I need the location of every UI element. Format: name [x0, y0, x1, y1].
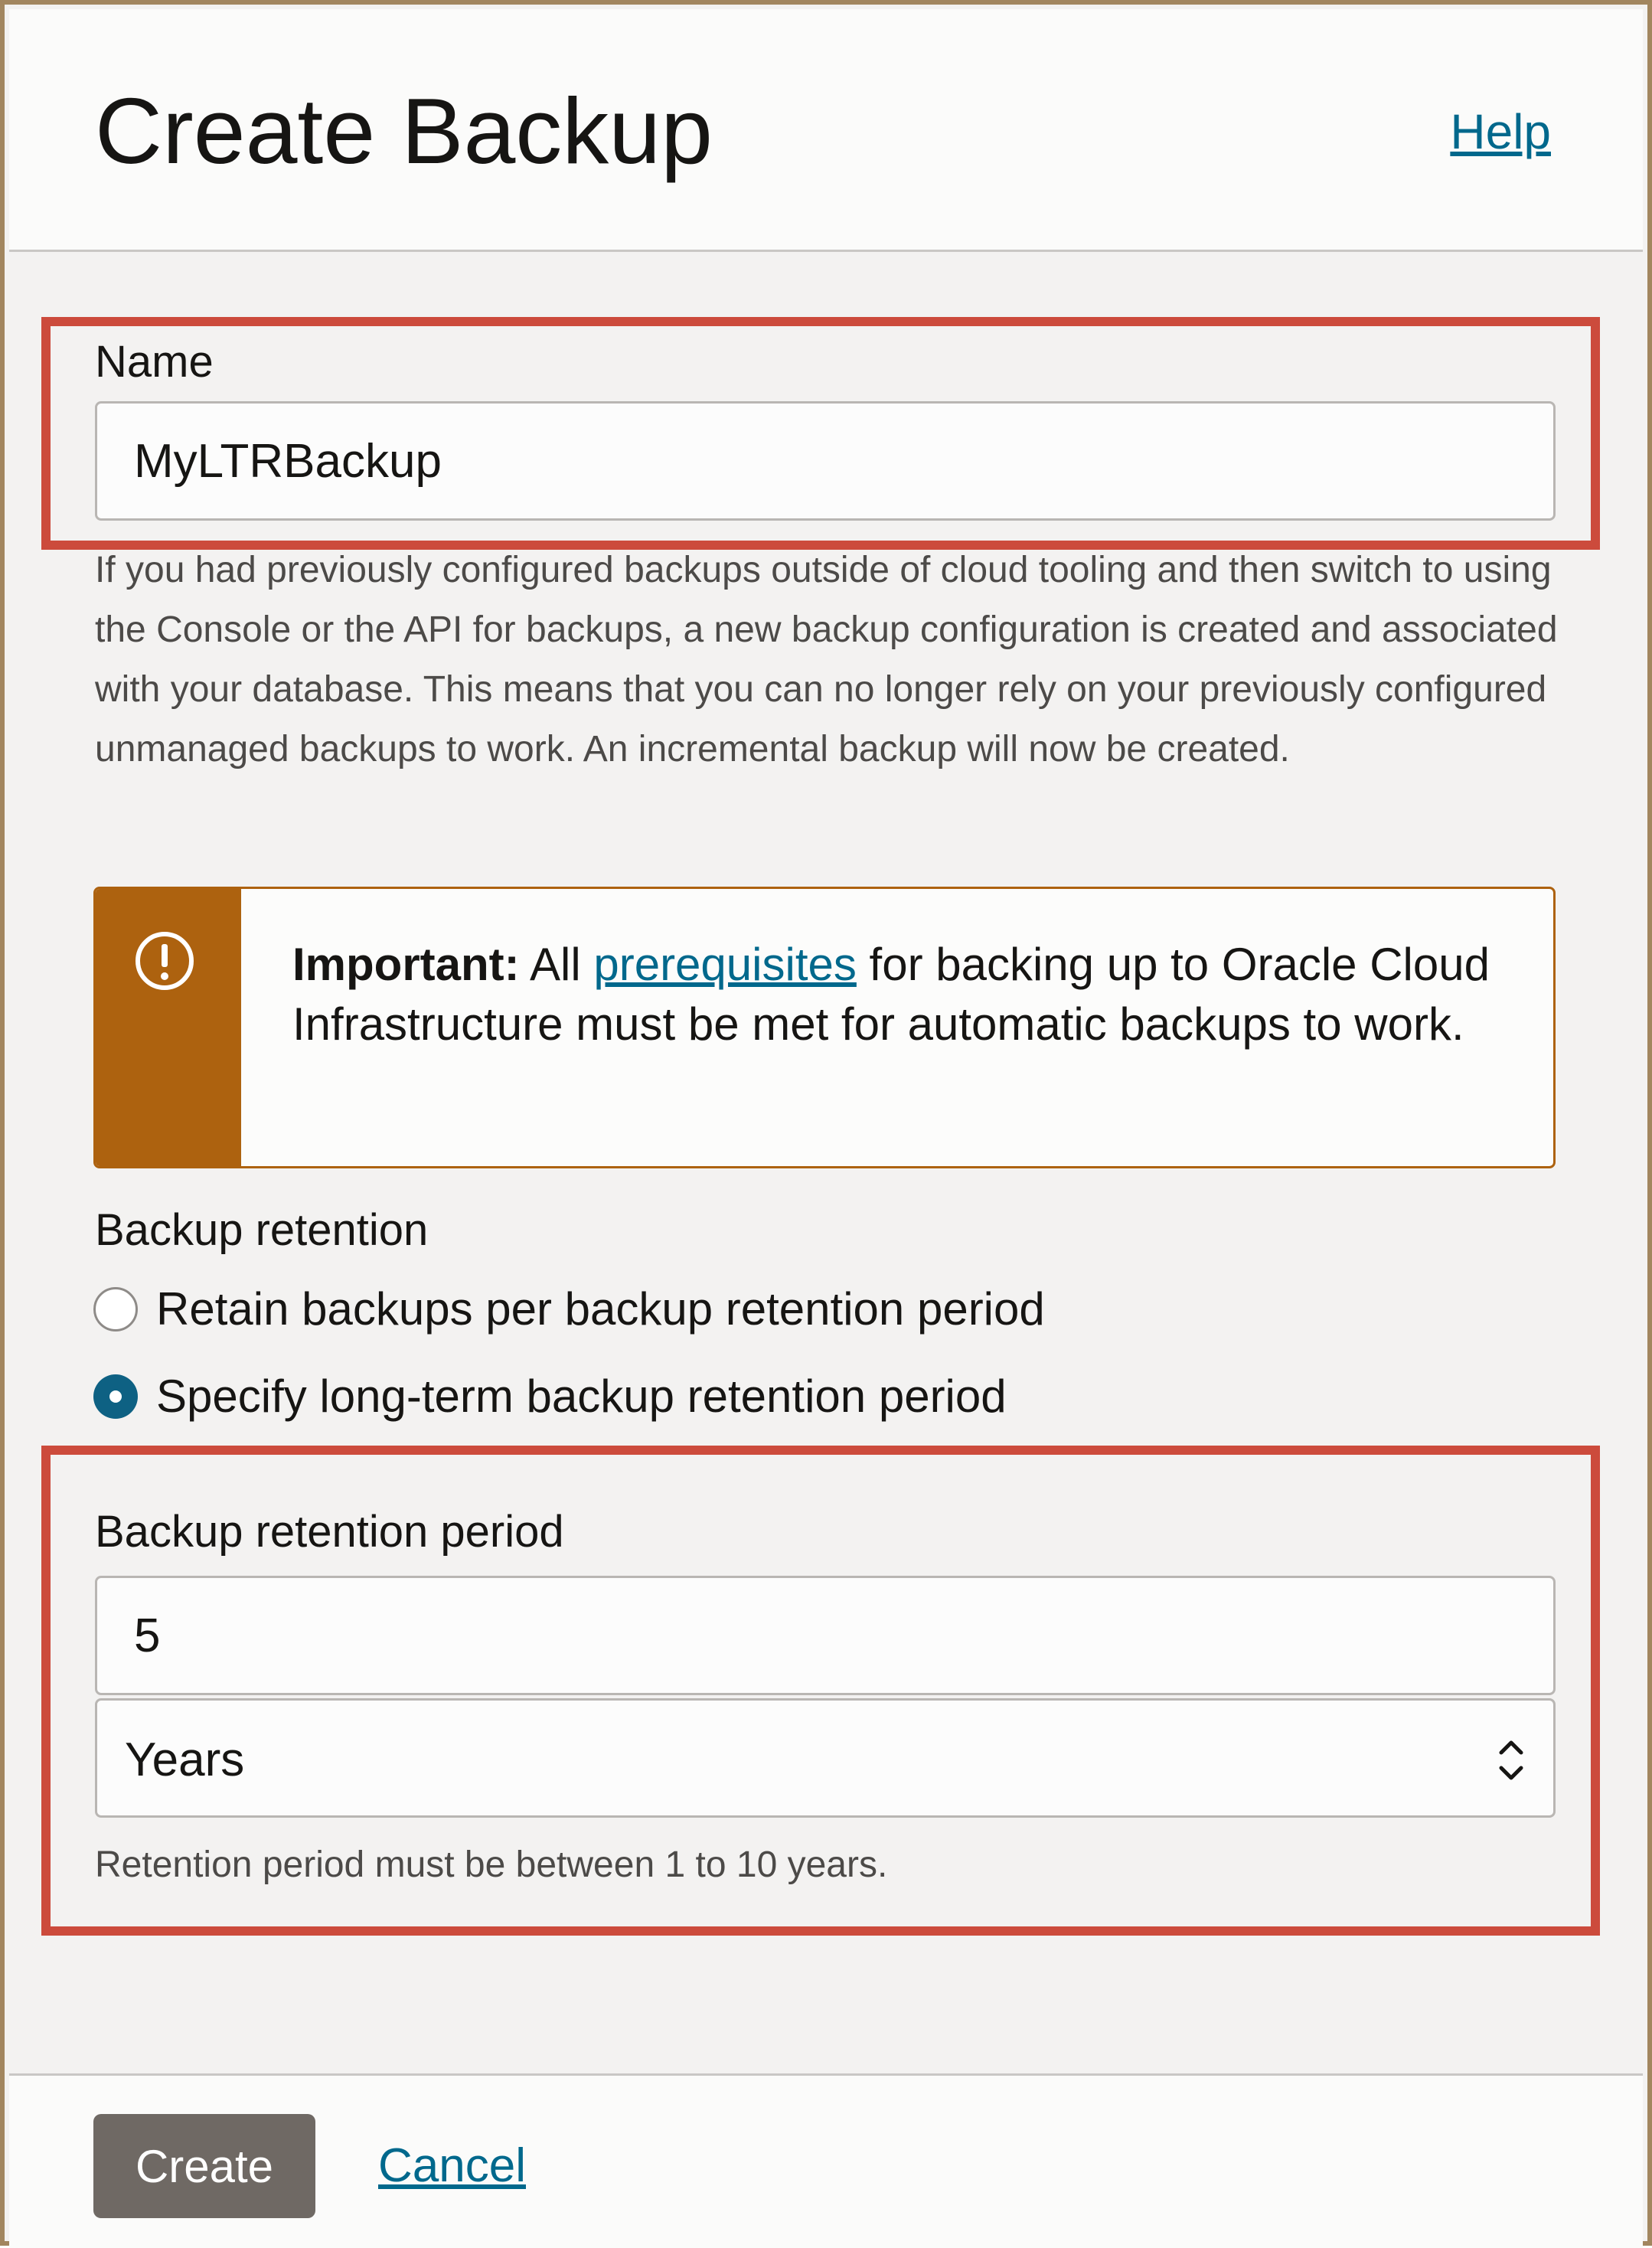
radio-retain-per-period[interactable]: Retain backups per backup retention peri… — [93, 1279, 1045, 1340]
retention-period-label: Backup retention period — [95, 1507, 564, 1557]
radio-label: Specify long-term backup retention perio… — [156, 1371, 1007, 1422]
create-button[interactable]: Create — [93, 2114, 315, 2218]
prerequisites-link[interactable]: prerequisites — [593, 939, 857, 990]
cancel-link[interactable]: Cancel — [378, 2137, 526, 2195]
name-input[interactable] — [95, 401, 1556, 521]
radio-button[interactable] — [93, 1287, 138, 1331]
radio-long-term-retention[interactable]: Specify long-term backup retention perio… — [93, 1366, 1007, 1427]
radio-button-selected[interactable] — [93, 1374, 138, 1419]
important-alert: Important: All prerequisites for backing… — [93, 887, 1556, 1168]
retention-period-input[interactable] — [95, 1576, 1556, 1695]
dialog-header: Create Backup Help — [9, 9, 1643, 252]
create-backup-dialog: Create Backup Help Name If you had previ… — [0, 0, 1652, 2248]
dialog-footer: Create Cancel — [9, 2073, 1643, 2248]
up-down-chevron-icon — [1499, 1740, 1523, 1780]
alert-message: Important: All prerequisites for backing… — [292, 935, 1517, 1054]
exclamation-circle-icon — [135, 932, 194, 990]
backup-retention-label: Backup retention — [95, 1205, 429, 1255]
select-value: Years — [125, 1733, 245, 1786]
retention-unit-select[interactable]: Years — [95, 1698, 1556, 1818]
alert-strong: Important: — [292, 939, 520, 990]
dialog-title: Create Backup — [95, 79, 713, 183]
radio-label: Retain backups per backup retention peri… — [156, 1283, 1045, 1335]
help-link[interactable]: Help — [1450, 101, 1551, 162]
retention-hint: Retention period must be between 1 to 10… — [95, 1844, 888, 1885]
alert-text-before: All — [530, 939, 581, 990]
backup-help-text: If you had previously configured backups… — [95, 550, 1558, 769]
alert-bar — [96, 889, 241, 1166]
name-label: Name — [95, 337, 214, 387]
